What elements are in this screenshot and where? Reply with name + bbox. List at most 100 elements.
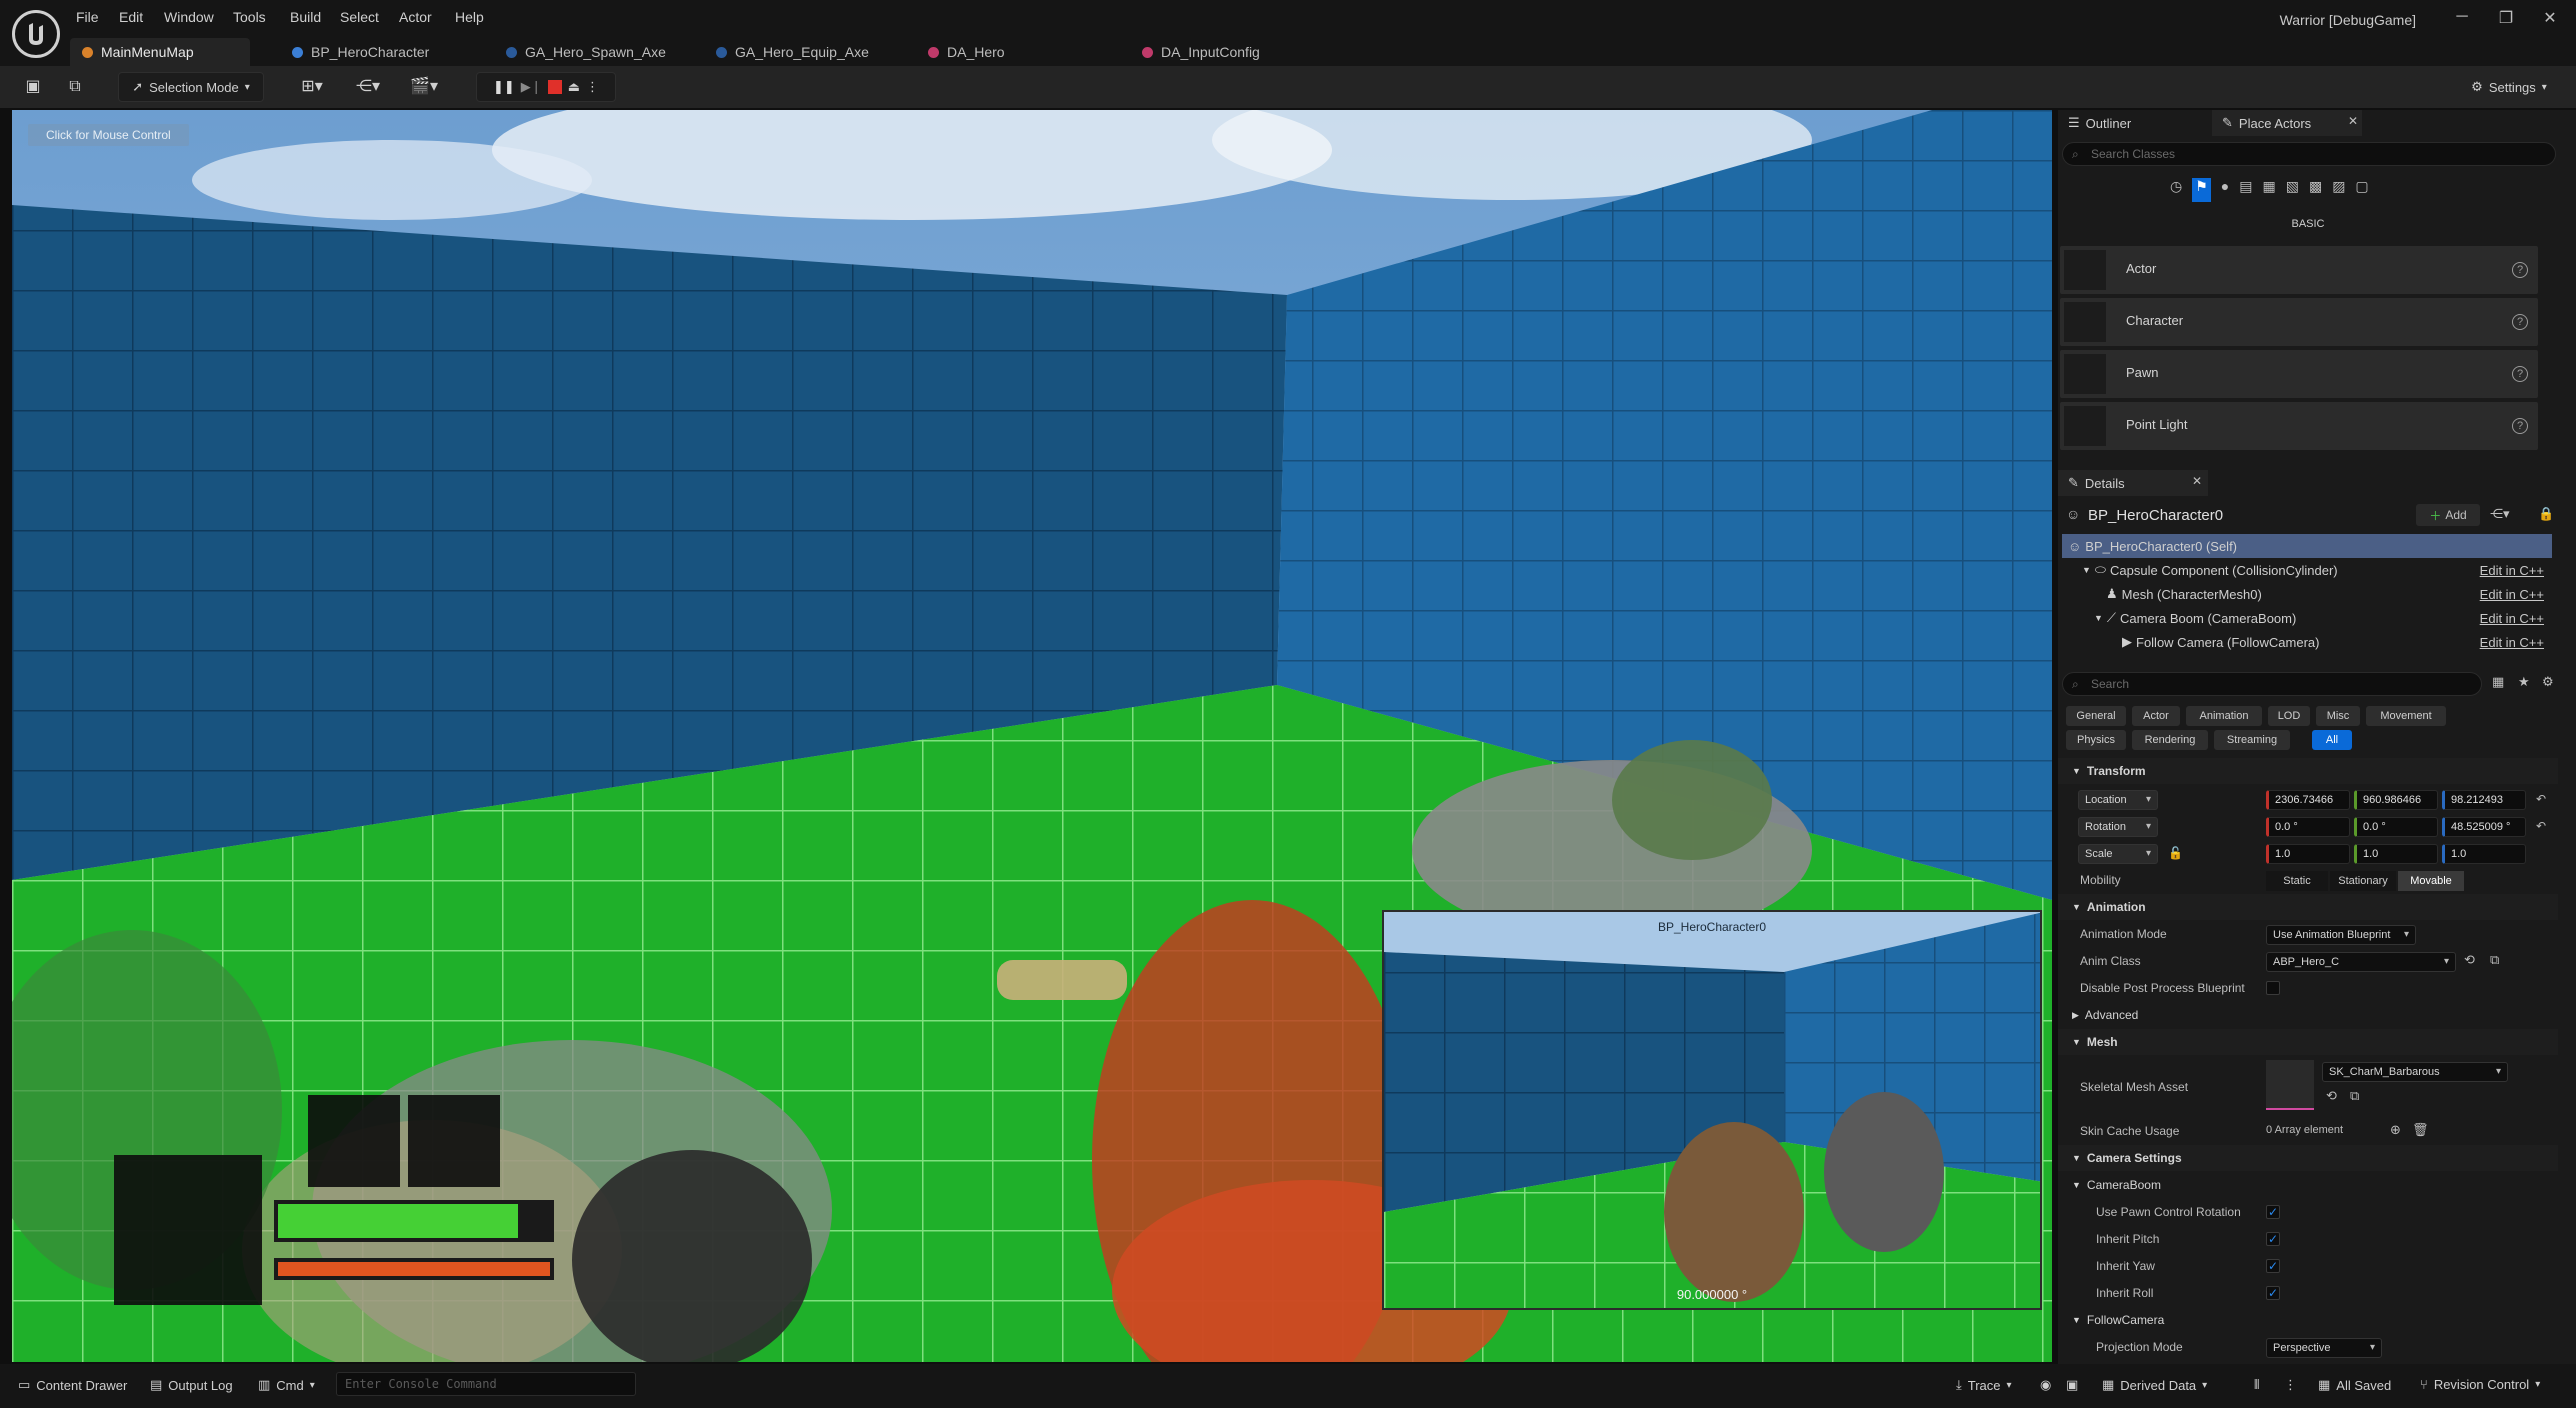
level-viewport[interactable]: Click for Mouse Control BP_HeroCharacter… [12, 110, 2052, 1362]
recent-icon[interactable]: ◷ [2170, 178, 2182, 202]
more-options-icon[interactable]: ⋮ [2284, 1377, 2297, 1393]
close-icon[interactable]: ✕ [2348, 114, 2358, 128]
cinematics-icon[interactable]: 🎬▾ [404, 74, 444, 100]
inherit-roll-checkbox[interactable]: ✓ [2266, 1286, 2280, 1300]
trash-icon[interactable]: 🗑 [2412, 1122, 2429, 1138]
settings-button[interactable]: ⚙ Settings ▾ [2454, 72, 2564, 102]
tree-row-mesh[interactable]: ♟ Mesh (CharacterMesh0) Edit in C++ [2062, 582, 2552, 606]
selection-mode-dropdown[interactable]: ➚ Selection Mode ▾ [118, 72, 264, 102]
close-icon[interactable]: ✕ [2192, 474, 2202, 488]
menu-actor[interactable]: Actor [399, 9, 432, 25]
revision-control-dropdown[interactable]: ⑂ Revision Control ▾ [2420, 1377, 2540, 1392]
close-icon[interactable]: ✕ [2538, 8, 2562, 32]
cmd-dropdown[interactable]: ▥ Cmd ▾ [258, 1377, 315, 1393]
scale-z-field[interactable]: 1.0 [2442, 844, 2526, 864]
section-transform[interactable]: ▼ Transform [2058, 758, 2558, 784]
location-y-field[interactable]: 960.986466 [2354, 790, 2438, 810]
more-options-icon[interactable]: ⋮ [586, 79, 599, 95]
shapes-icon[interactable]: ▤ [2239, 178, 2252, 202]
menu-build[interactable]: Build [290, 9, 321, 25]
menu-select[interactable]: Select [340, 9, 379, 25]
group-follow-camera[interactable]: ▼ FollowCamera [2058, 1307, 2558, 1333]
filter-misc[interactable]: Misc [2316, 706, 2360, 726]
actor-item-actor[interactable]: Actor ? [2060, 246, 2538, 294]
screenshot-icon[interactable]: ▣ [2066, 1377, 2078, 1393]
tab-outliner[interactable]: ☰ Outliner [2058, 110, 2208, 136]
inherit-pitch-checkbox[interactable]: ✓ [2266, 1232, 2280, 1246]
location-mode-dropdown[interactable]: Location ▾ [2078, 790, 2158, 810]
all-saved-status[interactable]: ▦ All Saved [2318, 1377, 2391, 1393]
rotation-z-field[interactable]: 48.525009 ° [2442, 817, 2526, 837]
section-advanced[interactable]: ▶ Advanced [2058, 1002, 2558, 1028]
reset-icon[interactable]: ↶ [2536, 792, 2546, 806]
scale-mode-dropdown[interactable]: Scale ▾ [2078, 844, 2158, 864]
actor-item-point-light[interactable]: Point Light ? [2060, 402, 2538, 450]
rotation-x-field[interactable]: 0.0 ° [2266, 817, 2350, 837]
help-icon[interactable]: ? [2512, 314, 2528, 330]
section-animation[interactable]: ▼ Animation [2058, 894, 2558, 920]
scale-x-field[interactable]: 1.0 [2266, 844, 2350, 864]
filter-movement[interactable]: Movement [2366, 706, 2446, 726]
scale-y-field[interactable]: 1.0 [2354, 844, 2438, 864]
mobility-stationary[interactable]: Stationary [2330, 871, 2396, 891]
source-control-icon[interactable]: ⫴ [2254, 1377, 2259, 1393]
filter-all[interactable]: All [2312, 730, 2352, 750]
filter-animation[interactable]: Animation [2186, 706, 2262, 726]
edit-in-cpp-link[interactable]: Edit in C++ [2480, 563, 2544, 578]
edit-in-cpp-link[interactable]: Edit in C++ [2480, 587, 2544, 602]
add-element-icon[interactable]: ⊕ [2390, 1122, 2401, 1138]
lights-icon[interactable]: ● [2221, 178, 2229, 202]
filter-physics[interactable]: Physics [2066, 730, 2126, 750]
tab-place-actors[interactable]: ✎ Place Actors [2212, 110, 2362, 136]
tab-mainmenumap[interactable]: MainMenuMap [70, 38, 250, 66]
filter-general[interactable]: General [2066, 706, 2126, 726]
skeletal-mesh-dropdown[interactable]: SK_CharM_Barbarous ▾ [2322, 1062, 2508, 1082]
tree-row-follow-camera[interactable]: ▶ Follow Camera (FollowCamera) Edit in C… [2062, 630, 2552, 654]
geometry-icon[interactable]: ▢ [2355, 178, 2368, 202]
actor-item-pawn[interactable]: Pawn ? [2060, 350, 2538, 398]
save-icon[interactable]: ▣ [20, 74, 46, 100]
filter-actor[interactable]: Actor [2132, 706, 2180, 726]
tree-row-capsule[interactable]: ▼ ⬭ Capsule Component (CollisionCylinder… [2062, 558, 2552, 582]
cinematic-icon[interactable]: ▦ [2262, 178, 2275, 202]
all-classes-icon[interactable]: ▨ [2332, 178, 2345, 202]
mobility-static[interactable]: Static [2266, 871, 2328, 891]
step-icon[interactable]: ▶❘ [521, 79, 542, 95]
tab-ga-hero-equip-axe[interactable]: GA_Hero_Equip_Axe [704, 38, 881, 66]
browse-icon[interactable]: ⧉ [2490, 952, 2499, 968]
eject-icon[interactable]: ⏏ [568, 79, 580, 95]
stop-icon[interactable] [547, 80, 562, 94]
lock-icon[interactable]: 🔓 [2168, 846, 2183, 860]
animation-mode-dropdown[interactable]: Use Animation Blueprint ▾ [2266, 925, 2416, 945]
anim-class-dropdown[interactable]: ABP_Hero_C ▾ [2266, 952, 2456, 972]
help-icon[interactable]: ? [2512, 262, 2528, 278]
disable-post-process-checkbox[interactable] [2266, 981, 2280, 995]
browse-icon[interactable]: ⧉ [2350, 1088, 2359, 1104]
volumes-icon[interactable]: ▩ [2309, 178, 2322, 202]
tab-ga-hero-spawn-axe[interactable]: GA_Hero_Spawn_Axe [494, 38, 678, 66]
content-drawer-button[interactable]: ▭ Content Drawer [18, 1377, 127, 1393]
tree-row-self[interactable]: ☺ BP_HeroCharacter0 (Self) [2062, 534, 2552, 558]
menu-file[interactable]: File [76, 9, 99, 25]
help-icon[interactable]: ? [2512, 366, 2528, 382]
reset-icon[interactable]: ↶ [2536, 819, 2546, 833]
projection-mode-dropdown[interactable]: Perspective ▾ [2266, 1338, 2382, 1358]
derived-data-dropdown[interactable]: ▦ Derived Data ▾ [2102, 1377, 2207, 1393]
lock-icon[interactable]: 🔒 [2538, 506, 2554, 522]
tree-row-camera-boom[interactable]: ▼ ⟋ Camera Boom (CameraBoom) Edit in C++ [2062, 606, 2552, 630]
filter-streaming[interactable]: Streaming [2214, 730, 2290, 750]
section-camera-settings[interactable]: ▼ Camera Settings [2058, 1145, 2558, 1171]
add-actor-icon[interactable]: ⊞▾ [292, 74, 332, 100]
add-component-button[interactable]: ＋ Add [2416, 504, 2480, 526]
section-mesh[interactable]: ▼ Mesh [2058, 1029, 2558, 1055]
location-z-field[interactable]: 98.212493 [2442, 790, 2526, 810]
restore-icon[interactable]: ❐ [2494, 8, 2518, 32]
browse-icon[interactable]: ⧉ [62, 74, 88, 100]
blueprint-options-icon[interactable]: ⋲▾ [2490, 506, 2510, 522]
menu-edit[interactable]: Edit [119, 9, 143, 25]
use-selected-icon[interactable]: ⟲ [2326, 1088, 2337, 1104]
blueprint-menu-icon[interactable]: ⋲▾ [348, 74, 388, 100]
basic-icon[interactable]: ⚑ [2192, 178, 2211, 202]
record-icon[interactable]: ◉ [2040, 1377, 2051, 1393]
pause-icon[interactable]: ❚❚ [493, 79, 515, 95]
